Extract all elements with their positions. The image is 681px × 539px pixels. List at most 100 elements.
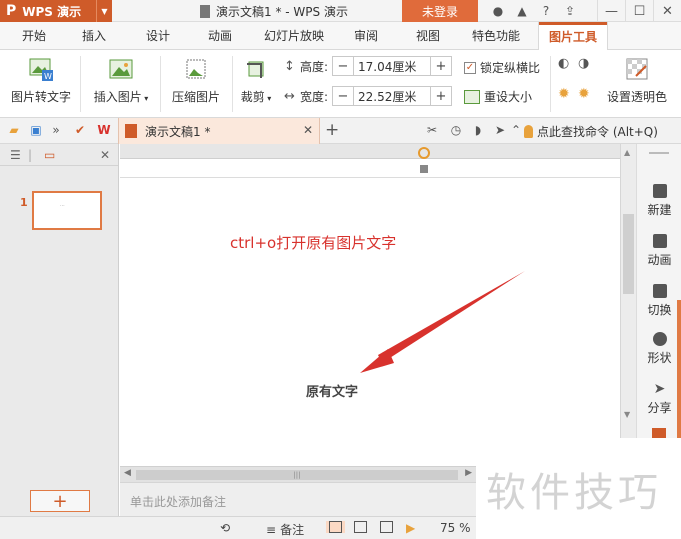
upload-icon[interactable]: ⇪ — [558, 2, 582, 20]
document-tab[interactable]: 演示文稿1 * ✕ — [118, 118, 320, 144]
sidebar-more-icon[interactable] — [652, 428, 666, 438]
tab-review[interactable]: 审阅 — [340, 22, 392, 50]
width-input[interactable]: 22.52厘米 — [353, 87, 431, 105]
sorter-view-button[interactable] — [354, 521, 367, 533]
slides-view-icon[interactable]: ▭ — [44, 148, 55, 162]
rotate-left-icon[interactable]: ◐ — [558, 56, 569, 71]
checkbox-checked-icon[interactable]: ✓ — [464, 61, 476, 74]
scroll-up-icon[interactable]: ▲ — [624, 148, 630, 157]
tab-features[interactable]: 特色功能 — [462, 22, 530, 50]
document-d-icon[interactable]: ◗ — [470, 122, 486, 138]
quick-access-bar: ▰ ▣ » ✔ W 演示文稿1 * ✕ + ✂ ◷ ◗ ➤ ⌃ 点此查找命令 (… — [0, 118, 681, 144]
pic-to-text-label: 图片转文字 — [10, 90, 71, 104]
document-tab-title: 演示文稿1 * — [145, 124, 211, 139]
help-icon[interactable]: ? — [534, 2, 558, 20]
width-plus-button[interactable]: + — [431, 87, 451, 105]
notes-area[interactable]: 单击此处添加备注 — [120, 482, 476, 516]
reset-size-button[interactable]: 重设大小 — [464, 88, 532, 105]
sidebar-collapse-icon[interactable] — [649, 152, 669, 154]
ribbon-divider — [232, 56, 233, 112]
lock-ratio-checkbox[interactable]: ✓ 锁定纵横比 — [464, 59, 540, 76]
slide-thumbnail[interactable]: ··· — [32, 191, 102, 230]
maximize-icon[interactable]: ☐ — [625, 0, 653, 22]
shirt-icon[interactable]: ▲ — [510, 2, 534, 20]
rotate-right-icon[interactable]: ◑ — [578, 56, 589, 71]
skin-icon[interactable]: ● — [486, 2, 510, 20]
insert-picture-button[interactable]: 插入图片 ▾ — [86, 56, 156, 105]
reading-view-button[interactable] — [380, 521, 393, 533]
save-icon[interactable]: ▣ — [28, 122, 44, 138]
width-minus-button[interactable]: − — [333, 87, 353, 105]
close-icon[interactable]: ✕ — [653, 0, 681, 22]
crop-button[interactable]: 裁剪 ▾ — [236, 56, 276, 105]
height-minus-button[interactable]: − — [333, 57, 353, 75]
ribbon-divider — [80, 56, 81, 112]
watermark: 软件技巧 — [476, 438, 681, 539]
app-menu-button[interactable]: P WPS 演示 ▼ — [0, 0, 112, 22]
vertical-scrollbar[interactable]: ▲ ▼ — [620, 144, 636, 438]
status-bar: ⟲ ≡ 备注 ▶ 75 % — [0, 516, 476, 539]
scroll-thumb[interactable] — [623, 214, 634, 294]
scroll-down-icon[interactable]: ▼ — [624, 410, 630, 419]
slide[interactable]: ctrl+o打开原有图片文字 原有文字 — [120, 147, 620, 466]
more-icon[interactable]: » — [48, 122, 64, 138]
new-icon — [652, 184, 667, 198]
normal-view-button[interactable] — [326, 521, 345, 533]
expand-icon[interactable]: ⌃ — [508, 122, 524, 138]
document-icon — [200, 5, 210, 18]
right-sidebar: 新建 动画 切换 形状 ➤ 分享 — [636, 144, 681, 438]
compress-picture-button[interactable]: 压缩图片 — [166, 56, 226, 105]
animation-icon — [652, 234, 667, 248]
send-icon[interactable]: ➤ — [492, 122, 508, 138]
brightness-up-icon[interactable]: ✹ — [558, 86, 570, 102]
wps-w-icon[interactable]: W — [96, 122, 112, 138]
find-command-box[interactable]: 点此查找命令 (Alt+Q) — [524, 123, 658, 140]
brightness-down-icon[interactable]: ✹ — [578, 86, 590, 102]
horizontal-scrollbar[interactable]: ◀ ||| ▶ — [120, 466, 476, 482]
scroll-right-icon[interactable]: ▶ — [465, 468, 472, 478]
notes-toggle[interactable]: ≡ 备注 — [266, 521, 304, 538]
normal-view-icon — [329, 521, 342, 533]
tab-design[interactable]: 设计 — [132, 22, 184, 50]
sidebar-item-transition[interactable]: 切换 — [637, 284, 681, 318]
tab-slideshow[interactable]: 幻灯片放映 — [256, 22, 332, 50]
new-tab-icon[interactable]: + — [325, 120, 339, 140]
tab-picture-tools[interactable]: 图片工具 — [538, 22, 608, 51]
app-name: WPS 演示 — [22, 4, 82, 19]
sidebar-item-animation[interactable]: 动画 — [637, 234, 681, 268]
history-icon[interactable]: ◷ — [448, 122, 464, 138]
login-button[interactable]: 未登录 — [402, 0, 478, 22]
tools-icon[interactable]: ✂ — [424, 122, 440, 138]
reset-size-icon — [464, 89, 480, 104]
close-panel-icon[interactable]: ✕ — [100, 148, 110, 162]
slide-canvas: ctrl+o打开原有图片文字 原有文字 — [120, 144, 620, 466]
tab-animation[interactable]: 动画 — [194, 22, 246, 50]
sidebar-item-shape[interactable]: 形状 — [637, 332, 681, 366]
tab-view[interactable]: 视图 — [402, 22, 454, 50]
height-plus-button[interactable]: + — [431, 57, 451, 75]
window-title: 演示文稿1 * - WPS 演示 — [200, 3, 348, 20]
minimize-icon[interactable]: — — [597, 0, 625, 22]
scroll-left-icon[interactable]: ◀ — [124, 468, 131, 478]
tab-home[interactable]: 开始 — [8, 22, 60, 50]
tab-insert[interactable]: 插入 — [68, 22, 120, 50]
sidebar-item-share[interactable]: ➤ 分享 — [637, 382, 681, 416]
height-input[interactable]: 17.04厘米 — [353, 57, 431, 75]
set-transparent-button[interactable]: 设置透明色 — [602, 56, 672, 105]
chevron-down-icon[interactable]: ▼ — [96, 0, 112, 22]
zoom-level[interactable]: 75 % — [440, 521, 471, 535]
sidebar-item-label: 分享 — [647, 401, 672, 415]
open-folder-icon[interactable]: ▰ — [6, 122, 22, 138]
close-tab-icon[interactable]: ✕ — [303, 123, 313, 137]
slideshow-button[interactable]: ▶ — [406, 521, 415, 535]
pic-to-text-button[interactable]: W 图片转文字 — [8, 56, 74, 105]
compress-picture-label: 压缩图片 — [171, 90, 220, 104]
history-icon[interactable]: ⟲ — [220, 521, 230, 535]
rotate-handle[interactable] — [418, 147, 430, 159]
sidebar-item-new[interactable]: 新建 — [637, 184, 681, 218]
add-slide-button[interactable]: + — [30, 490, 90, 512]
titlebar-icons: ● ▲ ? ⇪ — [486, 2, 582, 20]
customize-icon[interactable]: ✔ — [72, 122, 88, 138]
scroll-thumb[interactable]: ||| — [136, 470, 458, 480]
outline-view-icon[interactable]: ☰ — [10, 148, 21, 162]
